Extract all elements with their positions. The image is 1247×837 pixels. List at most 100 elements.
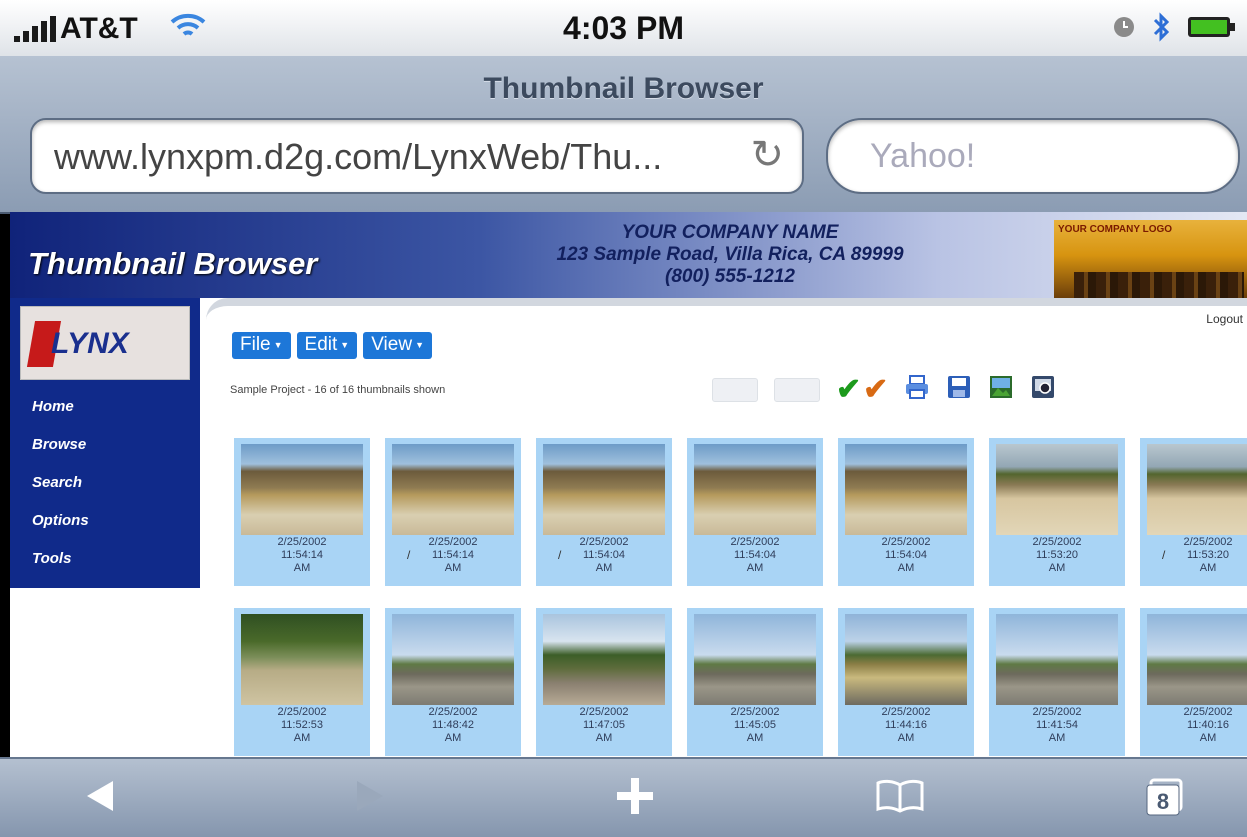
reload-icon[interactable]: ↻ bbox=[750, 132, 784, 178]
thumbnail-caption: 2/25/2002 11:54:04 AM bbox=[687, 536, 823, 575]
thumbnail-ampm: AM bbox=[444, 562, 462, 574]
thumbnail-time: 11:47:05 bbox=[582, 719, 625, 731]
thumbnail-caption: 2/25/2002 11:47:05 AM bbox=[536, 706, 672, 745]
url-text: www.lynxpm.d2g.com/LynxWeb/Thu... bbox=[54, 136, 663, 177]
thumbnail-image[interactable] bbox=[996, 614, 1118, 705]
thumbnail-image[interactable] bbox=[694, 614, 816, 705]
thumbnail-caption: 2/25/2002 11:40:16 AM bbox=[1140, 706, 1247, 745]
thumbnail-time: 11:44:16 bbox=[884, 719, 927, 731]
action-toolbar: ✔ ✔ bbox=[712, 374, 1056, 405]
thumbnail-image[interactable] bbox=[543, 444, 665, 535]
nav-browse[interactable]: Browse bbox=[32, 436, 89, 474]
thumbnail-image[interactable] bbox=[241, 614, 363, 705]
thumbnail-item[interactable]: 2/25/2002 11:54:14 AM bbox=[234, 438, 370, 586]
thumbnail-item[interactable]: 2/25/2002 11:45:05 AM bbox=[687, 608, 823, 756]
thumbnail-image[interactable] bbox=[996, 444, 1118, 535]
thumbnail-item[interactable]: 2/25/2002 11:54:04 AM bbox=[687, 438, 823, 586]
nav-home[interactable]: Home bbox=[32, 398, 89, 436]
thumbnail-image[interactable] bbox=[543, 614, 665, 705]
thumbnail-image[interactable] bbox=[1147, 614, 1247, 705]
search-bar[interactable]: Yahoo! bbox=[826, 118, 1240, 194]
slideshow-icon[interactable] bbox=[1030, 374, 1056, 405]
company-info: YOUR COMPANY NAME 123 Sample Road, Villa… bbox=[490, 222, 970, 288]
company-logo-text: YOUR COMPANY LOGO bbox=[1058, 224, 1173, 235]
thumbnail-item[interactable]: 2/25/2002 11:41:54 AM bbox=[989, 608, 1125, 756]
dropdown-arrow-icon: ▼ bbox=[340, 339, 350, 350]
pages-icon: 8 bbox=[1143, 778, 1187, 818]
menu-file[interactable]: File ▼ bbox=[232, 332, 291, 359]
thumbnail-caption: 2/25/2002 11:52:53 AM bbox=[234, 706, 370, 745]
book-icon bbox=[876, 779, 924, 818]
company-phone: (800) 555-1212 bbox=[665, 266, 795, 287]
thumbnail-image[interactable] bbox=[392, 444, 514, 535]
thumbnail-image[interactable] bbox=[845, 444, 967, 535]
dropdown-arrow-icon: ▼ bbox=[273, 339, 283, 350]
back-button[interactable] bbox=[55, 759, 145, 837]
thumbnail-ampm: AM bbox=[595, 562, 613, 574]
thumbnail-ampm: AM bbox=[1199, 732, 1217, 744]
thumbnail-item[interactable]: /2/25/2002 11:53:20 AM bbox=[1140, 438, 1247, 586]
thumbnail-item[interactable]: /2/25/2002 11:54:04 AM bbox=[536, 438, 672, 586]
thumbnail-time: 11:48:42 bbox=[431, 719, 474, 731]
thumbnail-date: 2/25/2002 bbox=[579, 706, 629, 718]
thumbnail-date: 2/25/2002 bbox=[428, 536, 478, 548]
add-bookmark-button[interactable] bbox=[590, 759, 680, 837]
thumbnail-caption: 2/25/2002 11:45:05 AM bbox=[687, 706, 823, 745]
thumbnail-image[interactable] bbox=[392, 614, 514, 705]
thumbnail-ampm: AM bbox=[1199, 562, 1217, 574]
thumbnail-image[interactable] bbox=[1147, 444, 1247, 535]
forward-button[interactable] bbox=[325, 759, 415, 837]
menu-view[interactable]: View ▼ bbox=[363, 332, 432, 359]
save-icon[interactable] bbox=[946, 374, 972, 405]
thumbnail-ampm: AM bbox=[897, 562, 915, 574]
uncheck-all-icon[interactable]: ✔ bbox=[863, 374, 888, 405]
thumbnail-time: 11:52:53 bbox=[280, 719, 323, 731]
nav-options[interactable]: Options bbox=[32, 512, 89, 550]
web-content: Thumbnail Browser YOUR COMPANY NAME 123 … bbox=[10, 212, 1247, 757]
alarm-clock-icon bbox=[1111, 14, 1137, 45]
thumbnail-item[interactable]: 2/25/2002 11:44:16 AM bbox=[838, 608, 974, 756]
thumbnail-item[interactable]: 2/25/2002 11:47:05 AM bbox=[536, 608, 672, 756]
sidebar-nav: Home Browse Search Options Tools bbox=[32, 398, 89, 588]
thumbnail-image[interactable] bbox=[845, 614, 967, 705]
thumbnail-ampm: AM bbox=[444, 732, 462, 744]
thumbnail-date: 2/25/2002 bbox=[579, 536, 629, 548]
nav-search[interactable]: Search bbox=[32, 474, 89, 512]
browser-toolbar: 8 bbox=[0, 757, 1247, 837]
check-all-icon[interactable]: ✔ bbox=[836, 374, 861, 405]
thumbnail-item[interactable]: 2/25/2002 11:54:04 AM bbox=[838, 438, 974, 586]
url-bar[interactable]: www.lynxpm.d2g.com/LynxWeb/Thu... ↻ bbox=[30, 118, 804, 194]
thumbnail-time: 11:53:20 bbox=[1186, 549, 1229, 561]
thumbnail-caption: 2/25/2002 11:48:42 AM bbox=[385, 706, 521, 745]
thumbnail-ampm: AM bbox=[897, 732, 915, 744]
thumbnail-date: 2/25/2002 bbox=[277, 706, 327, 718]
thumbnail-caption: 2/25/2002 11:53:20 AM bbox=[989, 536, 1125, 575]
menu-bar: File ▼ Edit ▼ View ▼ bbox=[232, 332, 432, 359]
thumbnail-image[interactable] bbox=[694, 444, 816, 535]
nav-tools[interactable]: Tools bbox=[32, 550, 89, 588]
thumbnail-item[interactable]: 2/25/2002 11:40:16 AM bbox=[1140, 608, 1247, 756]
thumbnail-image[interactable] bbox=[241, 444, 363, 535]
thumbnail-item[interactable]: 2/25/2002 11:48:42 AM bbox=[385, 608, 521, 756]
previous-page-button[interactable] bbox=[712, 377, 758, 402]
thumbnail-item[interactable]: 2/25/2002 11:53:20 AM bbox=[989, 438, 1125, 586]
thumbnail-time: 11:54:14 bbox=[431, 549, 474, 561]
thumbnail-time: 11:54:04 bbox=[733, 549, 776, 561]
tabs-button[interactable]: 8 bbox=[1120, 759, 1210, 837]
thumbnail-date: 2/25/2002 bbox=[277, 536, 327, 548]
print-icon[interactable] bbox=[904, 374, 930, 405]
thumbnail-ampm: AM bbox=[293, 562, 311, 574]
logout-link[interactable]: Logout bbox=[1206, 312, 1243, 326]
main-content: Logout File ▼ Edit ▼ View ▼ Sample Project … bbox=[206, 298, 1247, 757]
thumbnail-item[interactable]: /2/25/2002 11:54:14 AM bbox=[385, 438, 521, 586]
next-page-button[interactable] bbox=[774, 377, 820, 402]
bookmarks-button[interactable] bbox=[855, 759, 945, 837]
menu-edit[interactable]: Edit ▼ bbox=[296, 332, 358, 359]
image-icon[interactable] bbox=[988, 374, 1014, 405]
thumbnail-date: 2/25/2002 bbox=[730, 706, 780, 718]
thumbnail-caption: 2/25/2002 11:54:14 AM bbox=[385, 536, 521, 575]
thumbnail-caption: 2/25/2002 11:54:04 AM bbox=[536, 536, 672, 575]
thumbnail-ampm: AM bbox=[293, 732, 311, 744]
thumbnail-caption: 2/25/2002 11:54:14 AM bbox=[234, 536, 370, 575]
thumbnail-item[interactable]: 2/25/2002 11:52:53 AM bbox=[234, 608, 370, 756]
